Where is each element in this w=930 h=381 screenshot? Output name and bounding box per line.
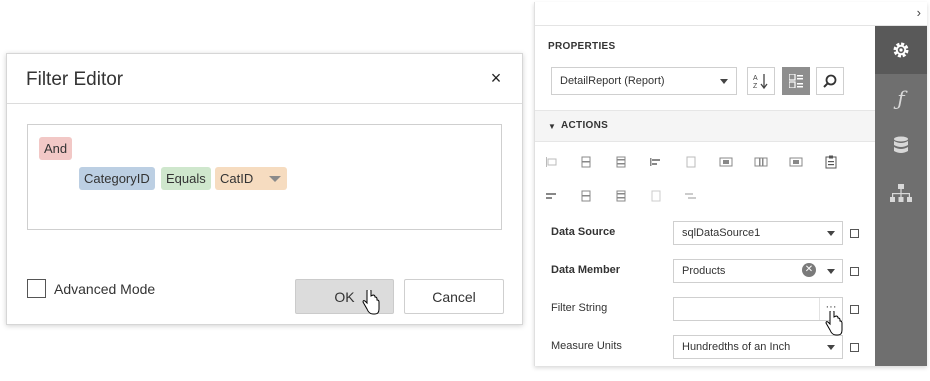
gear-icon bbox=[893, 42, 909, 58]
tab-report-explorer[interactable] bbox=[875, 170, 927, 218]
send-to-back-icon[interactable] bbox=[684, 189, 698, 203]
property-checkbox[interactable] bbox=[850, 229, 859, 238]
same-size-icon[interactable] bbox=[649, 189, 663, 203]
function-icon: ƒ bbox=[897, 86, 905, 110]
size-to-grid-icon[interactable] bbox=[684, 155, 698, 169]
sort-alphabetical-button[interactable]: A Z bbox=[747, 67, 775, 95]
align-top-icon[interactable] bbox=[545, 189, 559, 203]
align-left-icon[interactable] bbox=[545, 155, 559, 169]
categories-icon bbox=[788, 73, 803, 89]
svg-text:A: A bbox=[753, 75, 758, 82]
align-centers-icon[interactable] bbox=[579, 155, 593, 169]
panel-content: PROPERTIES DetailReport (Report) A Z ▼ A… bbox=[535, 26, 875, 366]
value-chip-label: CatID bbox=[220, 171, 254, 186]
chevron-down-icon bbox=[827, 269, 835, 274]
property-checkbox[interactable] bbox=[850, 267, 859, 276]
property-label: Measure Units bbox=[551, 340, 622, 352]
align-right-icon[interactable] bbox=[614, 155, 628, 169]
actions-label: ACTIONS bbox=[561, 120, 609, 131]
panel-sidebar: ƒ bbox=[875, 26, 927, 366]
advanced-mode-checkbox[interactable] bbox=[27, 279, 46, 298]
dialog-title: Filter Editor bbox=[26, 69, 124, 90]
sort-icon: A Z bbox=[753, 74, 768, 90]
center-vertically-icon[interactable] bbox=[754, 155, 768, 169]
dialog-divider bbox=[7, 103, 522, 104]
database-icon bbox=[894, 136, 908, 153]
align-middles-icon[interactable] bbox=[579, 189, 593, 203]
chevron-down-icon bbox=[720, 79, 728, 84]
chevron-down-icon[interactable] bbox=[269, 176, 281, 182]
group-operator-chip[interactable]: And bbox=[39, 137, 73, 160]
cancel-button[interactable]: Cancel bbox=[404, 279, 504, 314]
advanced-mode-label: Advanced Mode bbox=[54, 281, 156, 297]
clear-icon[interactable]: ✕ bbox=[802, 263, 816, 277]
align-to-grid-icon[interactable] bbox=[649, 155, 663, 169]
property-checkbox[interactable] bbox=[850, 305, 859, 314]
search-icon bbox=[823, 74, 837, 88]
tab-field-list[interactable] bbox=[875, 122, 927, 170]
field-chip[interactable]: CategoryID bbox=[79, 167, 155, 190]
property-label: Filter String bbox=[551, 302, 608, 314]
component-select[interactable]: DetailReport (Report) bbox=[551, 67, 737, 95]
component-select-value: DetailReport (Report) bbox=[560, 75, 665, 87]
report-explorer-icon bbox=[890, 184, 912, 202]
tab-expressions[interactable]: ƒ bbox=[875, 74, 927, 122]
operator-chip[interactable]: Equals bbox=[161, 167, 211, 190]
data-source-select[interactable]: sqlDataSource1 bbox=[673, 221, 843, 245]
property-label: Data Source bbox=[551, 226, 616, 238]
align-bottom-icon[interactable] bbox=[614, 189, 628, 203]
panel-top-bar: › bbox=[535, 2, 927, 26]
chevron-down-icon bbox=[827, 231, 835, 236]
properties-panel: › PROPERTIES DetailReport (Report) A Z ▼… bbox=[534, 2, 927, 366]
actions-section-header[interactable]: ▼ ACTIONS bbox=[535, 110, 875, 142]
tab-properties[interactable] bbox=[875, 26, 927, 74]
data-source-value: sqlDataSource1 bbox=[682, 227, 761, 239]
svg-text:Z: Z bbox=[753, 83, 758, 90]
clipboard-icon[interactable] bbox=[824, 155, 838, 169]
filter-editor-dialog: Filter Editor × And CategoryID Equals Ca… bbox=[6, 53, 523, 325]
hand-cursor-icon bbox=[362, 290, 380, 315]
property-checkbox[interactable] bbox=[850, 343, 859, 352]
search-button[interactable] bbox=[816, 67, 844, 95]
hand-cursor-icon bbox=[825, 311, 843, 336]
bring-to-front-icon[interactable] bbox=[789, 155, 803, 169]
categorized-view-button[interactable] bbox=[782, 67, 810, 95]
chevron-down-icon bbox=[827, 345, 835, 350]
panel-title: PROPERTIES bbox=[548, 41, 616, 52]
data-member-value: Products bbox=[682, 265, 726, 277]
measure-units-value: Hundredths of an Inch bbox=[682, 341, 791, 353]
center-horizontally-icon[interactable] bbox=[719, 155, 733, 169]
value-chip[interactable]: CatID bbox=[215, 167, 287, 190]
filter-tree: And CategoryID Equals CatID bbox=[27, 124, 502, 230]
data-member-select[interactable]: Products ✕ bbox=[673, 259, 843, 283]
close-icon[interactable]: × bbox=[485, 67, 507, 89]
collapse-arrow-icon: ▼ bbox=[548, 122, 556, 131]
property-label: Data Member bbox=[551, 264, 621, 276]
filter-string-field[interactable]: ··· bbox=[673, 297, 843, 321]
measure-units-select[interactable]: Hundredths of an Inch bbox=[673, 335, 843, 359]
chevron-right-icon[interactable]: › bbox=[917, 5, 921, 20]
